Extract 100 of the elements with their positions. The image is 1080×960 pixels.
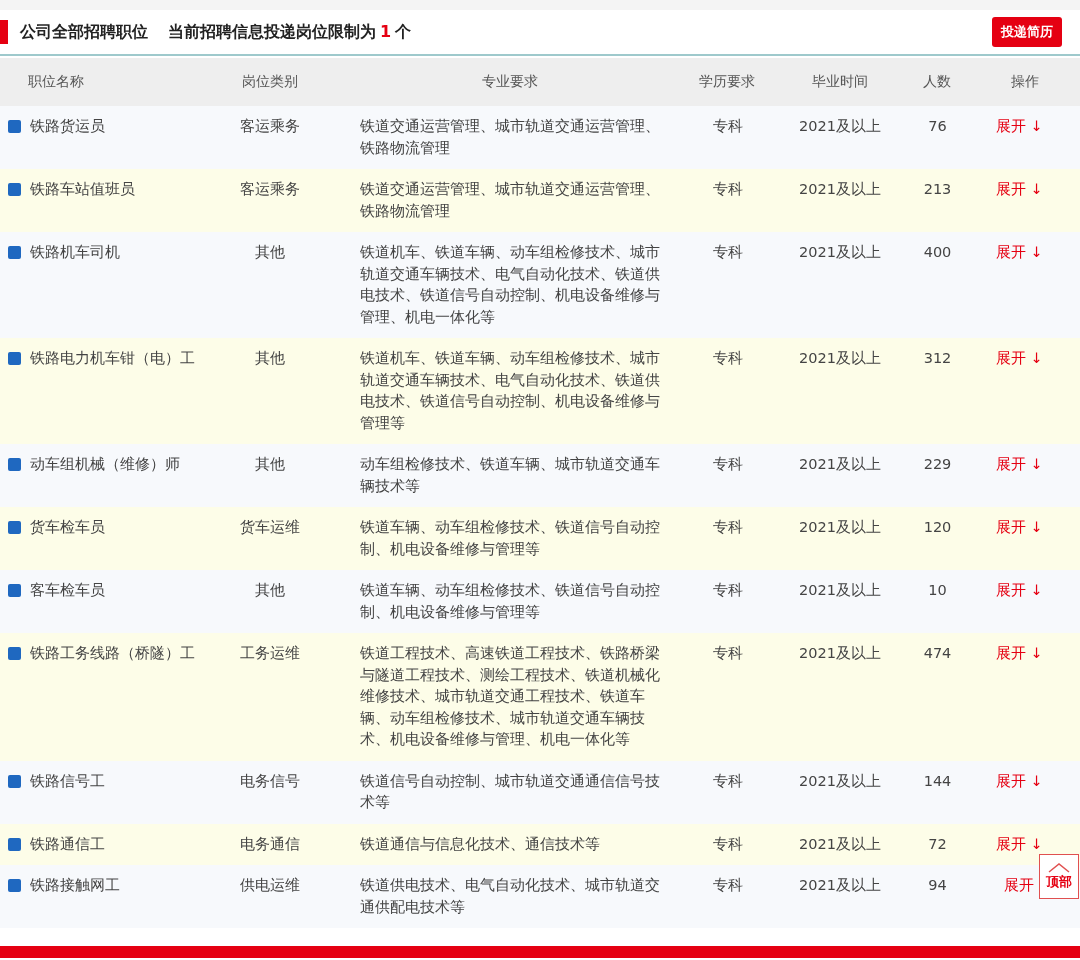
chevron-up-icon <box>1048 862 1070 873</box>
major-requirement: 铁道机车、铁道车辆、动车组检修技术、城市轨道交通车辆技术、电气自动化技术、铁道供电技术、铁道信号自动控制、机电设备维修与管理、机电一体化等 <box>360 243 660 327</box>
headcount-text: 312 <box>923 350 952 366</box>
bullet-icon <box>8 837 21 851</box>
expand-link[interactable]: 展开 ↓ <box>995 770 1043 792</box>
position-name: 客车检车员 <box>30 581 105 600</box>
expand-link[interactable]: 展开 ↓ <box>995 116 1043 138</box>
graduation-text: 2021及以上 <box>799 456 881 472</box>
expand-link[interactable]: 展开 ↓ <box>995 179 1043 201</box>
category-text: 客运乘务 <box>240 181 300 197</box>
column-header: 职位名称 <box>0 58 200 106</box>
column-header: 学历要求 <box>680 58 775 106</box>
position-name: 铁路电力机车钳（电）工 <box>30 349 195 368</box>
education-text: 专科 <box>712 519 743 535</box>
column-header: 岗位类别 <box>200 58 340 106</box>
submit-resume-button[interactable]: 投递简历 <box>992 17 1062 47</box>
position-name: 货车检车员 <box>30 518 105 537</box>
graduation-text: 2021及以上 <box>799 181 881 197</box>
graduation-text: 2021及以上 <box>799 582 881 598</box>
major-requirement: 铁道车辆、动车组检修技术、铁道信号自动控制、机电设备维修与管理等 <box>360 581 660 622</box>
category-text: 电务信号 <box>240 772 300 789</box>
education-text: 专科 <box>712 835 743 852</box>
education-text: 专科 <box>712 645 743 661</box>
expand-link[interactable]: 展开 ↓ <box>995 454 1043 476</box>
limit-notice: 当前招聘信息投递岗位限制为 1 个 <box>168 21 413 43</box>
position-name: 动车组机械（维修）师 <box>30 455 180 474</box>
expand-link[interactable]: 展开 ↓ <box>995 348 1043 370</box>
column-header: 操作 <box>970 58 1080 106</box>
graduation-text: 2021及以上 <box>799 519 881 535</box>
column-header: 人数 <box>905 58 970 106</box>
bullet-icon <box>8 352 21 365</box>
headcount-text: 400 <box>923 244 952 260</box>
graduation-text: 2021及以上 <box>799 118 881 134</box>
category-text: 其他 <box>255 350 285 366</box>
column-header: 专业要求 <box>340 58 680 106</box>
education-text: 专科 <box>712 582 743 598</box>
graduation-text: 2021及以上 <box>799 877 881 893</box>
graduation-text: 2021及以上 <box>799 244 881 260</box>
education-text: 专科 <box>712 772 743 789</box>
bullet-icon <box>8 774 21 788</box>
expand-link[interactable]: 展开 ↓ <box>995 580 1043 602</box>
major-requirement: 铁道通信与信息化技术、通信技术等 <box>360 834 601 854</box>
expand-link[interactable]: 展开 <box>1004 875 1034 897</box>
major-requirement: 铁道车辆、动车组检修技术、铁道信号自动控制、机电设备维修与管理等 <box>360 518 660 559</box>
position-name: 铁路接触网工 <box>30 876 120 895</box>
education-text: 专科 <box>712 877 743 893</box>
bullet-icon <box>8 458 21 471</box>
headcount-text: 10 <box>928 582 947 598</box>
major-requirement: 铁道机车、铁道车辆、动车组检修技术、城市轨道交通车辆技术、电气自动化技术、铁道供电技术、铁道信号自动控制、机电设备维修与管理等 <box>360 349 660 433</box>
major-requirement: 铁道供电技术、电气自动化技术、城市轨道交通供配电技术等 <box>360 876 660 917</box>
bullet-icon <box>8 521 21 534</box>
bullet-icon <box>8 647 21 660</box>
graduation-text: 2021及以上 <box>799 350 881 366</box>
bullet-icon <box>8 246 21 259</box>
headcount-text: 474 <box>923 645 952 661</box>
position-name: 铁路车站值班员 <box>30 180 135 199</box>
expand-link[interactable]: 展开 ↓ <box>995 517 1043 539</box>
back-to-top-button[interactable]: 顶部 <box>1039 854 1079 899</box>
position-name: 铁路通信工 <box>30 834 105 854</box>
expand-link[interactable]: 展开 ↓ <box>995 643 1043 665</box>
headcount-text: 72 <box>928 835 947 852</box>
position-name: 铁路机车司机 <box>30 243 120 262</box>
education-text: 专科 <box>712 350 743 366</box>
category-text: 工务运维 <box>240 645 300 661</box>
education-text: 专科 <box>712 456 743 472</box>
bullet-icon <box>8 120 21 133</box>
category-text: 客运乘务 <box>240 118 300 134</box>
title-accent-bar <box>0 20 8 44</box>
major-requirement: 动车组检修技术、铁道车辆、城市轨道交通车辆技术等 <box>360 455 660 496</box>
category-text: 其他 <box>255 582 285 598</box>
category-text: 电务通信 <box>240 835 300 852</box>
bullet-icon <box>8 183 21 196</box>
section-title: 公司全部招聘职位 <box>20 21 148 43</box>
category-text: 其他 <box>255 244 285 260</box>
headcount-text: 144 <box>923 772 952 789</box>
headcount-text: 213 <box>923 181 952 197</box>
category-text: 货车运维 <box>240 519 300 535</box>
education-text: 专科 <box>712 181 743 197</box>
position-name: 铁路信号工 <box>30 771 105 791</box>
position-name: 铁路货运员 <box>30 117 105 136</box>
graduation-text: 2021及以上 <box>799 772 881 789</box>
headcount-text: 120 <box>923 519 952 535</box>
education-text: 专科 <box>712 244 743 260</box>
major-requirement: 铁道信号自动控制、城市轨道交通通信信号技术等 <box>360 771 660 812</box>
expand-link[interactable]: 展开 ↓ <box>995 833 1043 855</box>
bullet-icon <box>8 879 21 892</box>
bullet-icon <box>8 584 21 597</box>
major-requirement: 铁道交通运营管理、城市轨道交通运营管理、铁路物流管理 <box>360 117 660 158</box>
education-text: 专科 <box>712 118 743 134</box>
headcount-text: 229 <box>923 456 952 472</box>
category-text: 供电运维 <box>240 877 300 893</box>
major-requirement: 铁道交通运营管理、城市轨道交通运营管理、铁路物流管理 <box>360 180 660 221</box>
position-name: 铁路工务线路（桥隧）工 <box>30 644 195 663</box>
column-header: 毕业时间 <box>775 58 905 106</box>
expand-link[interactable]: 展开 ↓ <box>995 242 1043 264</box>
graduation-text: 2021及以上 <box>799 645 881 661</box>
graduation-text: 2021及以上 <box>799 835 881 852</box>
headcount-text: 94 <box>928 877 947 893</box>
major-requirement: 铁道工程技术、高速铁道工程技术、铁路桥梁与隧道工程技术、测绘工程技术、铁道机械化维修技术、城市轨道交通工程技术、铁道车辆、动车组检修技术、城市轨道交通车辆技术、机电设备维修与管理、机电一体化等 <box>360 644 660 749</box>
category-text: 其他 <box>255 456 285 472</box>
